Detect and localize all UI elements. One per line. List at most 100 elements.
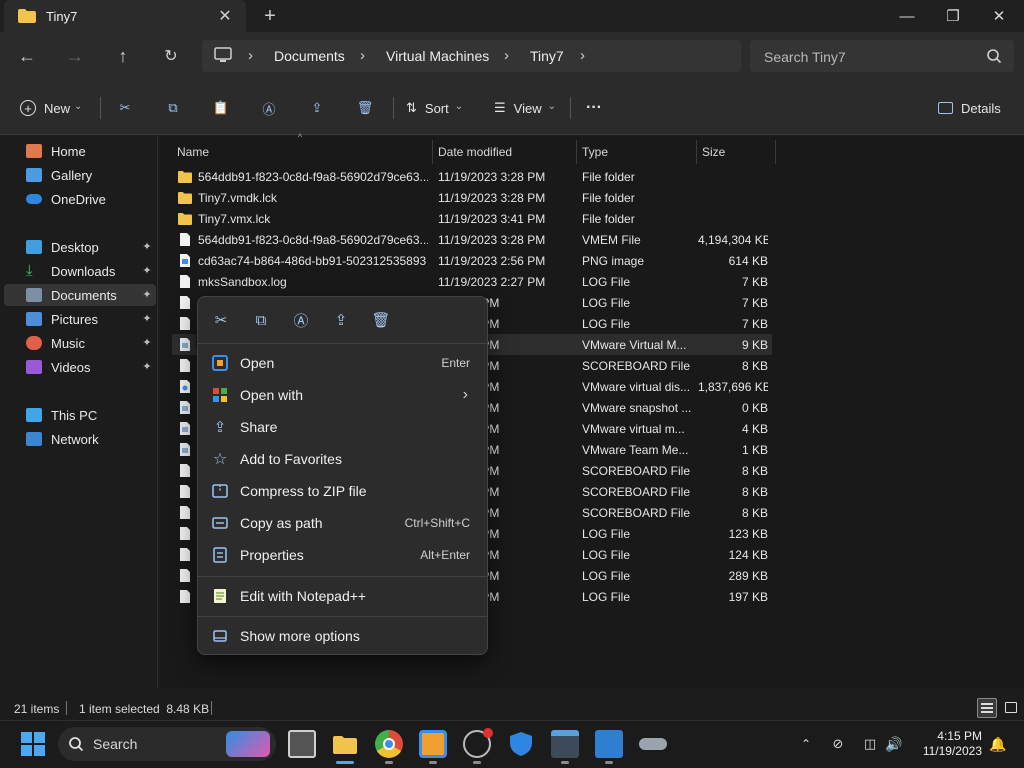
pictures-icon — [26, 312, 42, 326]
column-header-size[interactable]: Size — [696, 140, 776, 164]
table-row[interactable]: 564ddb91-f823-0c8d-f9a8-56902d79ce63....… — [172, 166, 772, 187]
clock[interactable]: 4:15 PM 11/19/2023 — [912, 729, 982, 759]
new-tab-button[interactable]: + — [258, 5, 282, 27]
minimize-button[interactable]: — — [884, 0, 930, 32]
wifi-icon[interactable]: ◫ — [860, 734, 880, 754]
cut-icon[interactable]: ✂ — [111, 94, 139, 122]
pin-icon[interactable]: ✦ — [142, 264, 152, 277]
menu-item-edit-notepadpp[interactable]: Edit with Notepad++ — [202, 581, 484, 611]
back-arrow-icon[interactable]: ← — [14, 43, 40, 69]
sidebar-item-network[interactable]: Network — [4, 428, 156, 450]
chevron-up-icon[interactable]: ⌃ — [796, 734, 816, 754]
windows-security-icon[interactable] — [507, 730, 535, 758]
mouse-utility-icon[interactable] — [639, 738, 667, 750]
column-divider[interactable] — [775, 140, 776, 164]
task-view-icon[interactable] — [288, 730, 316, 758]
delete-icon[interactable]: 🗑 — [369, 309, 393, 331]
column-header-type[interactable]: Type — [576, 140, 696, 164]
sidebar-item-onedrive[interactable]: OneDrive — [4, 188, 156, 210]
pin-icon[interactable]: ✦ — [142, 336, 152, 349]
address-bar[interactable]: › Documents › Virtual Machines › Tiny7 › — [202, 40, 741, 72]
cut-icon[interactable]: ✂ — [209, 309, 233, 331]
rename-icon[interactable]: Ⓐ — [289, 309, 313, 331]
share-icon[interactable]: ⇪ — [303, 94, 331, 122]
network-off-icon[interactable]: ⊘ — [828, 734, 848, 754]
tiles-view-icon[interactable] — [1001, 698, 1021, 718]
share-icon[interactable]: ⇪ — [329, 309, 353, 331]
sidebar-item-music[interactable]: Music ✦ — [4, 332, 156, 354]
tab-close-icon[interactable]: ✕ — [216, 7, 234, 25]
maximize-button[interactable]: ❐ — [930, 0, 976, 32]
table-row[interactable]: cd63ac74-b864-486d-bb91-502312535893 11/1… — [172, 250, 772, 271]
windows-start-icon[interactable] — [19, 730, 47, 758]
copy-icon[interactable]: ⧉ — [159, 94, 187, 122]
menu-item-open[interactable]: Open Enter — [202, 348, 484, 378]
sidebar-item-label: Home — [51, 143, 86, 159]
pin-icon[interactable]: ✦ — [142, 288, 152, 301]
view-button[interactable]: ☰ View ⌄ — [494, 94, 560, 122]
menu-item-compress-zip[interactable]: Compress to ZIP file — [202, 476, 484, 506]
search-box[interactable]: Search Tiny7 — [750, 40, 1014, 72]
table-row[interactable]: 564ddb91-f823-0c8d-f9a8-56902d79ce63....… — [172, 229, 772, 250]
tab-tiny7[interactable]: Tiny7 ✕ — [4, 0, 246, 32]
vmware-icon[interactable] — [419, 730, 447, 758]
remote-desktop-icon[interactable] — [551, 730, 579, 758]
menu-item-properties[interactable]: Properties Alt+Enter — [202, 540, 484, 570]
new-button[interactable]: + New ⌄ — [20, 94, 86, 122]
sort-button[interactable]: ⇅ Sort ⌄ — [406, 94, 470, 122]
column-header-date[interactable]: Date modified — [432, 140, 576, 164]
delete-icon[interactable]: 🗑 — [351, 94, 379, 122]
sidebar-item-desktop[interactable]: Desktop ✦ — [4, 236, 156, 258]
pin-icon[interactable]: ✦ — [142, 360, 152, 373]
sidebar-item-pictures[interactable]: Pictures ✦ — [4, 308, 156, 330]
details-pane-button[interactable]: Details — [938, 94, 1004, 122]
obs-icon[interactable] — [463, 728, 493, 758]
taskbar-search-box[interactable]: Search — [58, 727, 276, 761]
breadcrumb-chevron-icon: › — [360, 47, 365, 64]
refresh-icon[interactable]: ↻ — [158, 43, 184, 69]
menu-item-copy-as-path[interactable]: Copy as path Ctrl+Shift+C — [202, 508, 484, 538]
rename-icon[interactable]: Ⓐ — [255, 94, 283, 122]
menu-item-label: Open with — [240, 387, 304, 403]
details-view-icon[interactable] — [977, 698, 997, 718]
chrome-icon[interactable] — [375, 730, 403, 758]
sidebar-item-home[interactable]: Home — [4, 140, 156, 162]
sidebar-item-label: Pictures — [51, 311, 98, 327]
table-row[interactable]: mksSandbox.log 11/19/2023 2:27 PM LOG File… — [172, 271, 772, 292]
chevron-right-icon: › — [462, 386, 468, 403]
forward-arrow-icon[interactable]: → — [62, 43, 88, 69]
breadcrumb-documents[interactable]: Documents — [274, 48, 345, 64]
notification-bell-icon[interactable]: 🔔 — [988, 734, 1008, 754]
table-row[interactable]: Tiny7.vmdk.lck 11/19/2023 3:28 PM File fol… — [172, 187, 772, 208]
pin-icon[interactable]: ✦ — [142, 312, 152, 325]
sidebar-item-downloads[interactable]: ⤓ Downloads ✦ — [4, 260, 156, 282]
more-options-icon[interactable]: ··· — [580, 94, 608, 122]
sidebar-item-this-pc[interactable]: This PC — [4, 404, 156, 426]
pin-icon[interactable]: ✦ — [142, 240, 152, 253]
menu-item-label: Edit with Notepad++ — [240, 588, 367, 604]
close-window-button[interactable]: ✕ — [976, 0, 1022, 32]
volume-icon[interactable]: 🔊 — [884, 734, 904, 754]
up-arrow-icon[interactable]: ↑ — [110, 43, 136, 69]
this-pc-icon — [26, 408, 42, 422]
menu-item-show-more-options[interactable]: Show more options — [202, 621, 484, 651]
menu-item-share[interactable]: ⇪ Share — [202, 412, 484, 442]
control-panel-icon[interactable] — [595, 730, 623, 758]
table-row[interactable]: Tiny7.vmx.lck 11/19/2023 3:41 PM File fold… — [172, 208, 772, 229]
column-header-name[interactable]: Name — [171, 140, 431, 164]
search-input[interactable]: Search Tiny7 — [764, 49, 846, 65]
file-size: 8 KB — [741, 464, 768, 478]
paste-icon[interactable]: 📋 — [207, 94, 235, 122]
breadcrumb-tiny7[interactable]: Tiny7 — [530, 48, 564, 64]
breadcrumb-virtual-machines[interactable]: Virtual Machines — [386, 48, 489, 64]
menu-item-open-with[interactable]: Open with › — [202, 380, 484, 410]
sidebar-item-gallery[interactable]: Gallery — [4, 164, 156, 186]
sidebar-item-documents[interactable]: Documents ✦ — [4, 284, 156, 306]
file-size: 4 KB — [741, 422, 768, 436]
file-explorer-taskbar-icon[interactable] — [331, 730, 359, 758]
breadcrumb-chevron-icon[interactable]: › — [580, 47, 585, 64]
menu-item-add-to-favorites[interactable]: ☆ Add to Favorites — [202, 444, 484, 474]
copy-icon[interactable]: ⧉ — [249, 309, 273, 331]
sidebar-item-videos[interactable]: Videos ✦ — [4, 356, 156, 378]
menu-item-label: Show more options — [240, 628, 360, 644]
